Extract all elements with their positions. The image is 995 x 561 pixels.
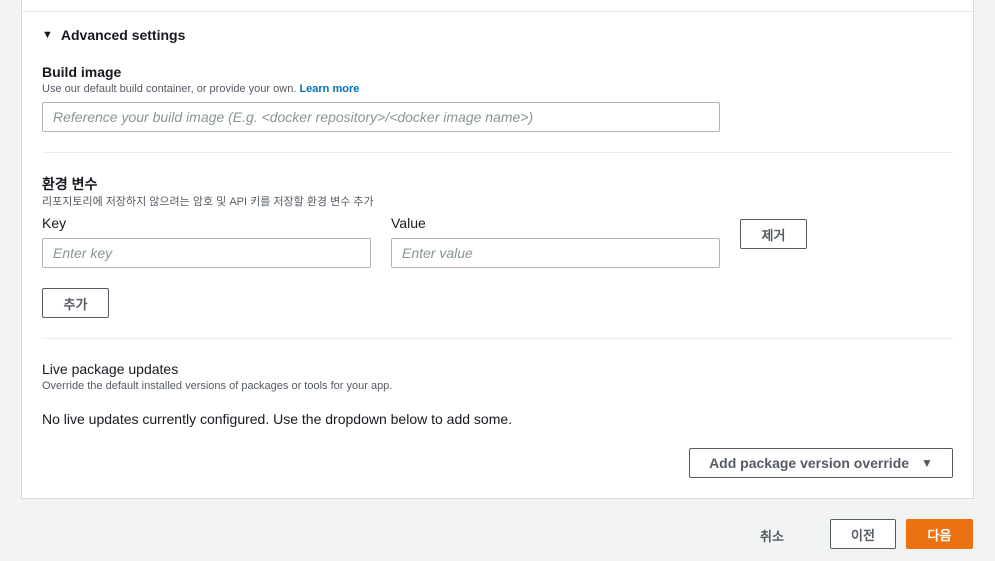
add-package-override-dropdown[interactable]: Add package version override ▼ [689,448,953,478]
advanced-settings-panel: ▼ Advanced settings Build image Use our … [21,0,974,499]
env-vars-label: 환경 변수 [42,176,98,192]
remove-env-var-button[interactable]: 제거 [740,219,807,249]
value-label: Value [391,215,426,231]
env-key-input[interactable] [42,238,371,268]
caret-down-icon: ▼ [42,29,53,41]
env-vars-description: 리포지토리에 저장하지 않으려는 암호 및 API 키를 저장할 환경 변수 추… [42,196,374,208]
add-env-var-button[interactable]: 추가 [42,288,109,318]
build-image-label: Build image [42,64,122,80]
live-updates-empty-message: No live updates currently configured. Us… [42,411,513,427]
section-divider [42,152,953,153]
next-button[interactable]: 다음 [906,519,973,549]
advanced-settings-toggle[interactable]: ▼ Advanced settings [42,27,185,43]
build-image-description-text: Use our default build container, or prov… [42,83,297,95]
key-label: Key [42,215,67,231]
live-updates-label: Live package updates [42,361,179,377]
env-value-input[interactable] [391,238,720,268]
live-updates-description: Override the default installed versions … [42,380,393,392]
advanced-settings-label: Advanced settings [60,27,186,43]
panel-top-divider [22,11,973,12]
previous-button[interactable]: 이전 [830,519,896,549]
learn-more-link[interactable]: Learn more [299,83,359,95]
section-divider [42,338,953,339]
build-image-description: Use our default build container, or prov… [42,83,359,95]
caret-down-icon: ▼ [921,456,933,470]
cancel-button[interactable]: 취소 [760,526,784,545]
add-package-override-label: Add package version override [709,455,910,471]
build-image-input[interactable] [42,102,720,132]
